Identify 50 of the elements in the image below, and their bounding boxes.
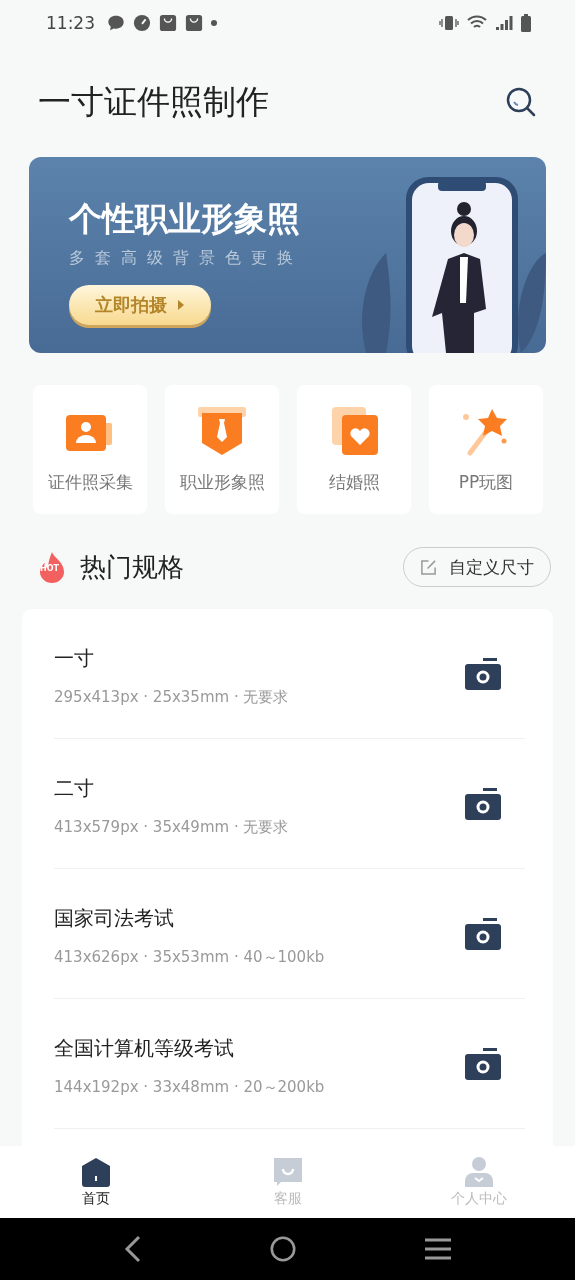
spec-row[interactable]: 全国计算机等级考试 144x192px · 33x48mm · 20～200kb — [54, 999, 525, 1129]
banner-subtitle: 多套高级背景色更换 — [69, 248, 303, 269]
spec-detail: 413x626px · 35x53mm · 40～100kb — [54, 947, 325, 967]
chat-bubble-icon — [107, 14, 125, 32]
nav-tab[interactable]: 首页 — [0, 1146, 192, 1218]
page-title: 一寸证件照制作 — [38, 80, 269, 123]
signal-icon — [495, 15, 513, 31]
shortcut-tile[interactable]: 结婚照 — [297, 385, 411, 514]
spec-row[interactable]: 国家司法考试 413x626px · 35x53mm · 40～100kb — [54, 869, 525, 999]
shortcut-tile[interactable]: 证件照采集 — [33, 385, 147, 514]
spec-detail: 413x579px · 35x49mm · 无要求 — [54, 817, 289, 837]
section-title: 热门规格 — [80, 550, 184, 584]
battery-icon — [521, 14, 531, 32]
banner-title: 个性职业形象照 — [69, 198, 300, 240]
camera-icon[interactable] — [465, 1047, 501, 1080]
search-icon[interactable] — [505, 86, 537, 118]
camera-icon[interactable] — [465, 917, 501, 950]
camera-icon[interactable] — [465, 657, 501, 690]
hot-flame-icon — [38, 551, 66, 583]
bag-icon — [185, 14, 203, 32]
edit-icon — [420, 558, 437, 576]
spec-name: 二寸 — [54, 774, 95, 802]
camera-icon[interactable] — [465, 787, 501, 820]
menu-icon[interactable] — [423, 1237, 452, 1261]
play-triangle-icon — [177, 299, 185, 311]
spec-row[interactable]: 一寸 295x413px · 25x35mm · 无要求 — [54, 609, 525, 739]
home-icon — [80, 1156, 111, 1187]
hot-badge-label: HOT — [40, 564, 59, 573]
shortcut-tile[interactable]: PP玩图 — [429, 385, 543, 514]
promo-banner[interactable]: 个性职业形象照 多套高级背景色更换 立即拍摄 — [29, 157, 546, 353]
spec-name: 一寸 — [54, 644, 95, 672]
status-time: 11:23 — [46, 13, 95, 33]
home-circle-icon[interactable] — [269, 1235, 298, 1263]
shortcut-label: PP玩图 — [458, 471, 514, 494]
spec-detail: 295x413px · 25x35mm · 无要求 — [54, 687, 289, 707]
gauge-icon — [133, 14, 151, 32]
spec-name: 全国计算机等级考试 — [54, 1034, 235, 1062]
spec-name: 国家司法考试 — [54, 904, 175, 932]
spec-detail: 144x192px · 33x48mm · 20～200kb — [54, 1077, 325, 1097]
person-icon — [464, 1156, 495, 1187]
shortcut-label: 结婚照 — [328, 471, 380, 494]
chat-icon — [272, 1156, 303, 1187]
dot-icon — [211, 20, 217, 26]
shoot-now-button[interactable]: 立即拍摄 — [69, 285, 211, 325]
spec-row[interactable]: 二寸 413x579px · 35x49mm · 无要求 — [54, 739, 525, 869]
shortcut-label: 证件照采集 — [47, 471, 133, 494]
shortcut-tile[interactable]: 职业形象照 — [165, 385, 279, 514]
shortcut-label: 职业形象照 — [179, 471, 265, 494]
vibrate-icon — [439, 15, 459, 31]
bag-icon — [159, 14, 177, 32]
